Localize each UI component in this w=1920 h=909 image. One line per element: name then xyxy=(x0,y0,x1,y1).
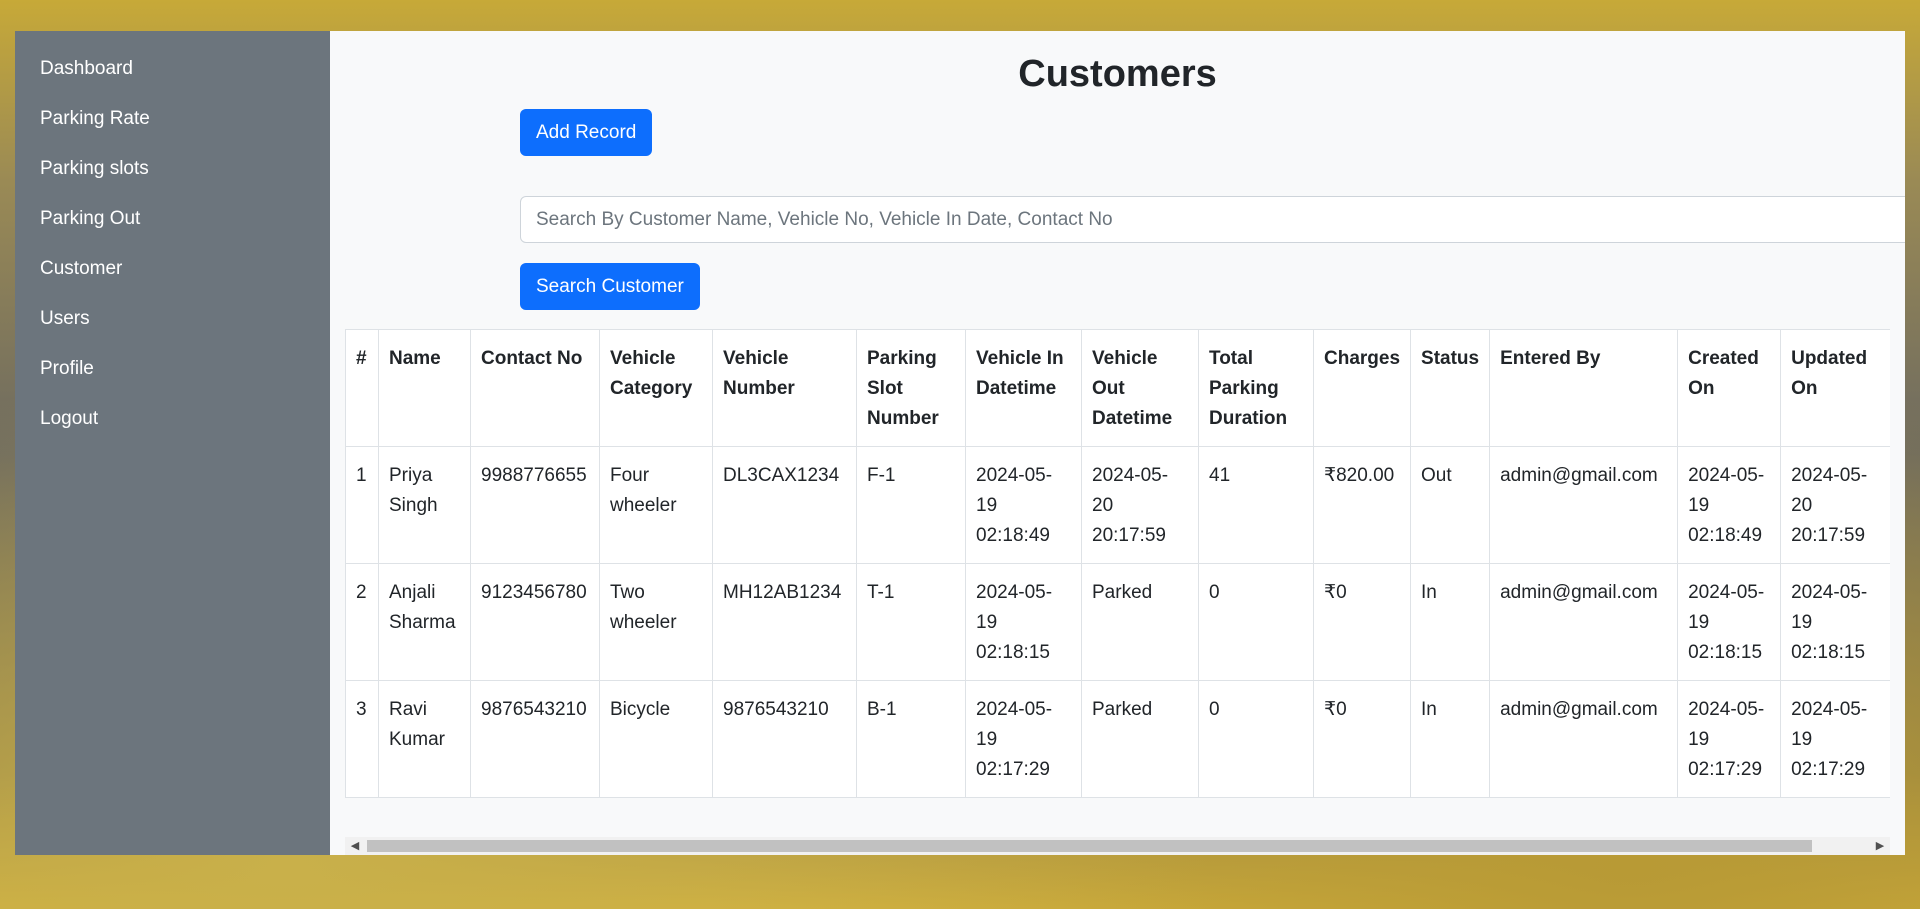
sidebar-item-logout[interactable]: Logout xyxy=(15,401,330,451)
table-cell: Two wheeler xyxy=(599,563,713,681)
scroll-right-icon[interactable]: ▶ xyxy=(1873,839,1887,853)
table-cell: Out xyxy=(1410,446,1491,564)
table-cell: 9876543210 xyxy=(470,680,600,798)
table-cell: 2024-05-19 02:18:49 xyxy=(1677,446,1782,564)
table-cell: B-1 xyxy=(856,680,966,798)
table-body: 1 Priya Singh 9988776655 Four wheeler DL3CAX… xyxy=(345,446,1890,798)
column-header: Name xyxy=(378,329,471,447)
table-cell: Ravi Kumar xyxy=(378,680,471,798)
main-content: Customers Add Record Search Customer #Na… xyxy=(330,31,1905,855)
table-cell: 0 xyxy=(1198,680,1314,798)
scroll-left-icon[interactable]: ◀ xyxy=(348,839,362,853)
table-header-row: # Name Contact No Vehicle Category Vehicle N… xyxy=(345,329,1890,447)
column-header: Vehicle Out Datetime xyxy=(1081,329,1199,447)
column-header: Contact No xyxy=(470,329,600,447)
column-header: Vehicle Category xyxy=(599,329,713,447)
column-header: Updated On xyxy=(1780,329,1890,447)
table-cell: In xyxy=(1410,563,1491,681)
table-cell: 0 xyxy=(1198,563,1314,681)
table-cell: 41 xyxy=(1198,446,1314,564)
table-cell: Parked xyxy=(1081,563,1199,681)
table-cell: Four wheeler xyxy=(599,446,713,564)
table-cell: 2024-05-19 02:17:29 xyxy=(1677,680,1782,798)
column-header: Status xyxy=(1410,329,1491,447)
column-header: Entered By xyxy=(1489,329,1679,447)
sidebar-item-parking-rate[interactable]: Parking Rate xyxy=(15,101,330,151)
table-cell: 9988776655 xyxy=(470,446,600,564)
search-customer-button[interactable]: Search Customer xyxy=(520,263,700,310)
horizontal-scrollbar[interactable]: ◀ ▶ xyxy=(345,837,1890,855)
sidebar-item-users[interactable]: Users xyxy=(15,301,330,351)
sidebar-item-parking-out[interactable]: Parking Out xyxy=(15,201,330,251)
table-cell: admin@gmail.com xyxy=(1489,680,1679,798)
table-cell: 2024-05-19 02:18:15 xyxy=(1780,563,1890,681)
table-cell: 9876543210 xyxy=(712,680,857,798)
table-cell: DL3CAX1234 xyxy=(712,446,857,564)
column-header: Created On xyxy=(1677,329,1782,447)
scrollbar-thumb[interactable] xyxy=(367,840,1812,852)
table-row: 3 Ravi Kumar 9876543210 Bicycle 9876543210 B-… xyxy=(345,680,1890,798)
table-cell: 2 xyxy=(345,563,379,681)
column-header: Vehicle Number xyxy=(712,329,857,447)
table-cell: T-1 xyxy=(856,563,966,681)
sidebar-item-customer[interactable]: Customer xyxy=(15,251,330,301)
add-record-button[interactable]: Add Record xyxy=(520,109,653,156)
sidebar: Dashboard Parking Rate Parking slots Par… xyxy=(15,31,330,855)
table-cell: MH12AB1234 xyxy=(712,563,857,681)
app-window: Dashboard Parking Rate Parking slots Par… xyxy=(15,31,1905,855)
table-cell: 2024-05-20 20:17:59 xyxy=(1081,446,1199,564)
table-cell: 2024-05-19 02:18:15 xyxy=(965,563,1082,681)
table-cell: 2024-05-20 20:17:59 xyxy=(1780,446,1890,564)
table-cell: 2024-05-19 02:18:15 xyxy=(1677,563,1782,681)
column-header: Total Parking Duration xyxy=(1198,329,1314,447)
table-cell: ₹820.00 xyxy=(1312,446,1412,564)
column-header: Parking Slot Number xyxy=(856,329,966,447)
column-header: Vehicle In Datetime xyxy=(965,329,1082,447)
table-cell: Parked xyxy=(1081,680,1199,798)
table-cell: In xyxy=(1410,680,1491,798)
column-header: Charges xyxy=(1312,329,1412,447)
table-cell: 2024-05-19 02:18:49 xyxy=(965,446,1082,564)
table-cell: Priya Singh xyxy=(378,446,471,564)
table-cell: 2024-05-19 02:17:29 xyxy=(1780,680,1890,798)
table-cell: ₹0 xyxy=(1312,680,1412,798)
sidebar-item-parking-slots[interactable]: Parking slots xyxy=(15,151,330,201)
sidebar-item-profile[interactable]: Profile xyxy=(15,351,330,401)
search-input[interactable] xyxy=(520,196,1905,243)
table-cell: 9123456780 xyxy=(470,563,600,681)
customers-table: # Name Contact No Vehicle Category Vehicle N… xyxy=(345,329,1890,798)
table-cell: admin@gmail.com xyxy=(1489,563,1679,681)
table-cell: F-1 xyxy=(856,446,966,564)
table-row: 1 Priya Singh 9988776655 Four wheeler DL3CAX… xyxy=(345,446,1890,564)
table-cell: admin@gmail.com xyxy=(1489,446,1679,564)
table-cell: ₹0 xyxy=(1312,563,1412,681)
table-cell: 2024-05-19 02:17:29 xyxy=(965,680,1082,798)
table-cell: Bicycle xyxy=(599,680,713,798)
sidebar-item-dashboard[interactable]: Dashboard xyxy=(15,51,330,101)
column-header: # xyxy=(345,329,379,447)
customers-table-container: # Name Contact No Vehicle Category Vehicle N… xyxy=(345,329,1890,807)
page-title: Customers xyxy=(1018,53,1217,95)
table-cell: 3 xyxy=(345,680,379,798)
table-cell: Anjali Sharma xyxy=(378,563,471,681)
table-row: 2 Anjali Sharma 9123456780 Two wheeler MH12A… xyxy=(345,563,1890,681)
table-cell: 1 xyxy=(345,446,379,564)
